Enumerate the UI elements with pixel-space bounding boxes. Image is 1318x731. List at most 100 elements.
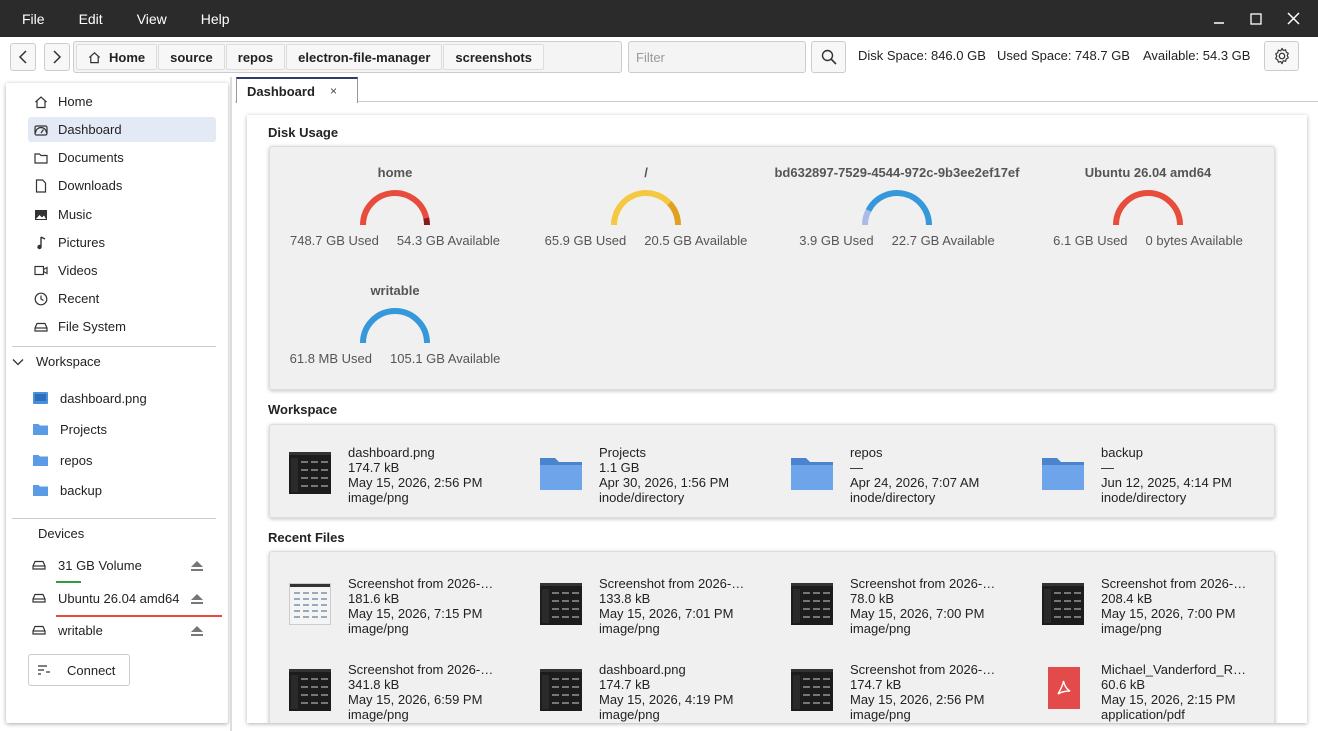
disk-stats: 61.8 MB Used 105.1 GB Available	[270, 351, 520, 366]
file-card[interactable]: Screenshot from 2026-… 133.8 kB May 15, 20…	[540, 570, 780, 636]
gear-icon	[1274, 47, 1289, 65]
sidebar: Home Dashboard Documents Downloads Music…	[6, 83, 228, 723]
menu-file[interactable]: File	[22, 11, 45, 27]
sidebar-item-videos[interactable]: Videos	[28, 258, 216, 283]
file-card[interactable]: dashboard.png 174.7 kB May 15, 2026, 2:56 …	[289, 439, 529, 505]
device-usage-bar	[56, 581, 81, 583]
close-window-button[interactable]	[1274, 0, 1312, 37]
file-date: May 15, 2026, 7:00 PM	[1101, 606, 1236, 621]
maximize-button[interactable]	[1237, 0, 1275, 37]
file-card[interactable]: Screenshot from 2026-… 341.8 kB May 15, 20…	[289, 656, 529, 722]
sidebar-item-home[interactable]: Home	[28, 89, 216, 114]
eject-icon[interactable]	[190, 560, 204, 572]
sidebar-item-label: Music	[58, 207, 92, 222]
settings-button[interactable]	[1264, 41, 1299, 71]
sidebar-splitter[interactable]	[230, 77, 232, 731]
folder-icon	[33, 455, 48, 466]
file-type: inode/directory	[850, 490, 936, 505]
image-thumbnail-icon	[791, 583, 833, 625]
workspace-item-projects[interactable]: Projects	[33, 418, 107, 440]
breadcrumb-electron-file-manager[interactable]: electron-file-manager	[286, 44, 443, 70]
minimize-button[interactable]	[1200, 0, 1238, 37]
eject-icon[interactable]	[190, 593, 204, 605]
workspace-item-repos[interactable]: repos	[33, 449, 93, 471]
disk-used-text: 3.9 GB Used	[799, 233, 874, 248]
breadcrumb-home[interactable]: Home	[76, 44, 158, 70]
filter-input[interactable]	[628, 41, 806, 73]
file-card[interactable]: Screenshot from 2026-… 174.7 kB May 15, 20…	[791, 656, 1031, 722]
file-name: dashboard.png	[348, 445, 435, 460]
tab-dashboard[interactable]: Dashboard ×	[236, 77, 358, 103]
file-card[interactable]: Screenshot from 2026-… 181.6 kB May 15, 20…	[289, 570, 529, 636]
dashboard-icon	[34, 123, 48, 137]
tab-close-icon[interactable]: ×	[330, 84, 337, 98]
file-card-details: Michael_Vanderford_R… 60.6 kB May 15, 2026…	[1101, 662, 1279, 722]
disk-available-text: 20.5 GB Available	[644, 233, 748, 248]
breadcrumb-label: Home	[109, 49, 146, 65]
connect-button[interactable]: Connect	[28, 654, 130, 686]
folder-icon	[33, 485, 48, 496]
search-button[interactable]	[811, 41, 846, 73]
workspace-section-header[interactable]: Workspace	[12, 354, 101, 369]
file-size: —	[1101, 460, 1114, 475]
tab-label: Dashboard	[247, 83, 315, 99]
workspace-item-dashboard-png[interactable]: dashboard.png	[33, 387, 147, 409]
disk-used-text: 65.9 GB Used	[544, 233, 627, 248]
workspace-item-backup[interactable]: backup	[33, 479, 102, 501]
menu-view[interactable]: View	[137, 11, 167, 27]
sidebar-item-recent[interactable]: Recent	[28, 286, 216, 311]
connect-icon	[38, 665, 50, 675]
sidebar-item-label: Home	[58, 94, 93, 109]
sidebar-item-dashboard[interactable]: Dashboard	[28, 117, 216, 142]
sidebar-item-pictures[interactable]: Pictures	[28, 230, 216, 255]
file-card[interactable]: Projects 1.1 GB Apr 30, 2026, 1:56 PM inode…	[540, 439, 780, 505]
disk-gauge: Ubuntu 26.04 amd64 6.1 GB Used 0 bytes Ava…	[1023, 165, 1273, 248]
disk-name: bd632897-7529-4544-972c-9b3ee2ef17ef	[774, 165, 1020, 180]
device-item-31gb-volume[interactable]: 31 GB Volume	[32, 554, 204, 576]
sidebar-item-label: Videos	[58, 263, 98, 278]
toolbar: Home source repos electron-file-manager …	[0, 37, 1318, 77]
image-thumbnail-icon	[289, 452, 331, 494]
sidebar-item-label: Pictures	[58, 235, 105, 250]
drive-icon	[32, 560, 46, 570]
menu-edit[interactable]: Edit	[79, 11, 103, 27]
file-card[interactable]: backup — Jun 12, 2025, 4:14 PM inode/direct…	[1042, 439, 1282, 505]
sidebar-divider	[12, 518, 216, 519]
sidebar-item-file-system[interactable]: File System	[28, 314, 216, 339]
file-card[interactable]: Screenshot from 2026-… 78.0 kB May 15, 202…	[791, 570, 1031, 636]
file-type: image/png	[1101, 621, 1162, 636]
breadcrumb: Home source repos electron-file-manager …	[73, 41, 622, 73]
sidebar-item-label: File System	[58, 319, 126, 334]
clock-icon	[34, 292, 48, 306]
home-icon	[34, 95, 48, 109]
device-label: Ubuntu 26.04 amd64	[58, 590, 180, 606]
dashboard-content: Disk Usage home 748.7 GB Used 54.3 GB Avai…	[247, 115, 1307, 723]
file-card[interactable]: dashboard.png 174.7 kB May 15, 2026, 4:19 …	[540, 656, 780, 722]
video-icon	[34, 264, 48, 278]
gauge-used-arc	[611, 190, 672, 226]
file-card[interactable]: Screenshot from 2026-… 208.4 kB May 15, 20…	[1042, 570, 1282, 636]
menu-help[interactable]: Help	[201, 11, 230, 27]
eject-icon[interactable]	[190, 625, 204, 637]
breadcrumb-screenshots[interactable]: screenshots	[443, 44, 544, 70]
device-item-writable[interactable]: writable	[32, 619, 204, 641]
breadcrumb-source[interactable]: source	[158, 44, 225, 70]
forward-button[interactable]	[44, 43, 70, 71]
available-space-text: Available: 54.3 GB	[1143, 48, 1251, 63]
file-card-details: Screenshot from 2026-… 133.8 kB May 15, 20…	[599, 576, 777, 636]
sidebar-item-music[interactable]: Music	[28, 202, 216, 227]
disk-gauge-arc	[1113, 190, 1183, 226]
sidebar-item-label: Dashboard	[58, 122, 122, 137]
file-card-details: dashboard.png 174.7 kB May 15, 2026, 2:56 …	[348, 445, 526, 505]
sidebar-item-documents[interactable]: Documents	[28, 145, 216, 170]
breadcrumb-repos[interactable]: repos	[225, 44, 286, 70]
sidebar-item-downloads[interactable]: Downloads	[28, 173, 216, 198]
file-card[interactable]: Michael_Vanderford_R… 60.6 kB May 15, 2026…	[1042, 656, 1282, 722]
minimize-icon	[1214, 21, 1224, 24]
device-item-ubuntu[interactable]: Ubuntu 26.04 amd64	[32, 587, 204, 609]
image-file-icon	[33, 392, 48, 404]
file-card-details: repos — Apr 24, 2026, 7:07 AM inode/directo…	[850, 445, 1028, 505]
file-name: backup	[1101, 445, 1143, 460]
file-card[interactable]: repos — Apr 24, 2026, 7:07 AM inode/directo…	[791, 439, 1031, 505]
back-button[interactable]	[10, 43, 36, 71]
